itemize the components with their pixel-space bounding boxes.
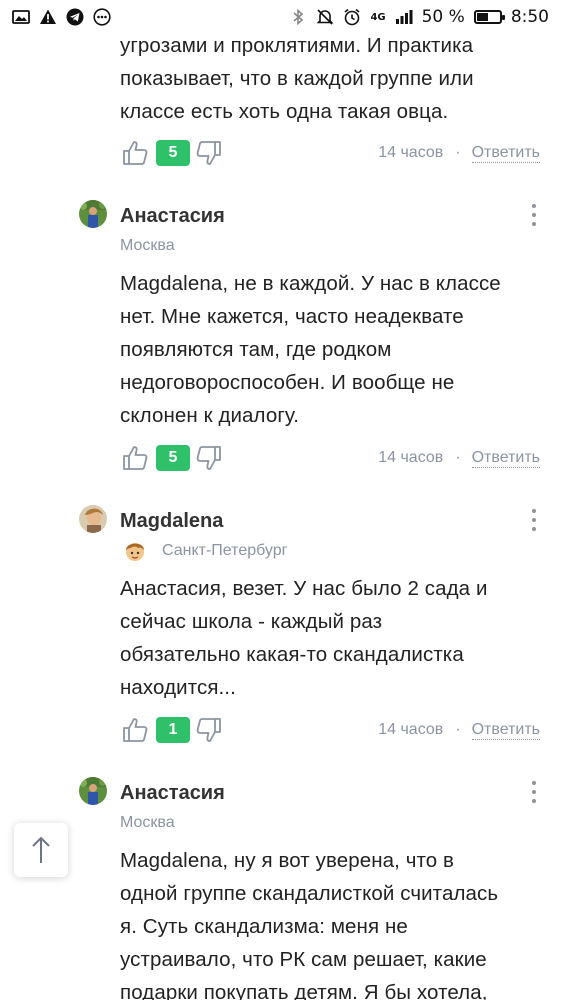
like-button[interactable] — [120, 443, 150, 473]
boy-emoji-icon — [122, 538, 148, 564]
comment-text: Анастасия, везет. У нас было 2 сада и се… — [120, 572, 540, 704]
avatar[interactable] — [79, 505, 107, 533]
comment-text-line: показывает, что в каждой группе или — [120, 67, 474, 90]
more-dot — [532, 222, 536, 226]
likes-count-badge: 1 — [156, 717, 190, 743]
comment-actions: 5 14 часов · Ответить — [120, 442, 540, 474]
more-dot — [532, 799, 536, 803]
comment-text: Magdalena, не в каждой. У нас в классе н… — [120, 267, 540, 432]
comment-text: угрозами и проклятиями. И практика показ… — [120, 29, 540, 128]
like-button[interactable] — [120, 715, 150, 745]
telegram-icon — [66, 8, 84, 26]
comment-text-line: сейчас школа - каждый раз — [120, 610, 383, 633]
comment-text-line: находится... — [120, 676, 236, 699]
scroll-to-top-button[interactable] — [14, 823, 68, 877]
separator-dot: · — [455, 449, 461, 466]
thumbs-down-icon — [196, 141, 221, 165]
dislike-button[interactable] — [194, 138, 224, 168]
network-type: 4G — [370, 11, 386, 23]
author-city: Санкт-Петербург — [162, 542, 288, 559]
comment-text-line: Magdalena, не в каждой. У нас в классе — [120, 272, 501, 295]
author-name[interactable]: Magdalena — [120, 510, 223, 533]
comment-text-line: появляются там, где родком — [120, 338, 392, 361]
more-dot — [532, 781, 536, 785]
comment-text-line: недоговороспособен. И вообще не — [120, 371, 455, 394]
author-city: Москва — [120, 814, 175, 831]
comment-text-line: я. Суть скандализма: меня не — [120, 915, 408, 938]
separator-dot: · — [455, 144, 461, 161]
comment-time: 14 часов — [378, 449, 444, 466]
more-dot — [532, 213, 536, 217]
reply-link[interactable]: Ответить — [471, 449, 540, 468]
comment-text-line: Magdalena, ну я вот уверена, что в — [120, 849, 455, 872]
arrow-up-icon — [32, 836, 50, 863]
clock: 8:50 — [510, 7, 549, 27]
more-options-button[interactable] — [524, 506, 544, 534]
comment-text-line: устраивало, что РК сам решает, какие — [120, 948, 487, 971]
comment-text-line: Анастасия, везет. У нас было 2 сада и — [120, 577, 488, 600]
alarm-icon — [343, 8, 361, 26]
warning-icon — [39, 8, 57, 26]
signal-icon — [395, 8, 413, 26]
separator-dot: · — [455, 721, 461, 738]
thumbs-down-icon — [196, 718, 221, 742]
bluetooth-icon — [289, 8, 307, 26]
dislike-button[interactable] — [194, 443, 224, 473]
comment-text-line: одной группе скандалисткой считалась — [120, 882, 499, 905]
author-city: Москва — [120, 237, 175, 254]
comment-time: 14 часов — [378, 144, 444, 161]
reply-link[interactable]: Ответить — [471, 144, 540, 163]
likes-count-badge: 5 — [156, 140, 190, 166]
author-name[interactable]: Анастасия — [120, 205, 225, 228]
comment-text-line: нет. Мне кажется, часто неадеквате — [120, 305, 464, 328]
thumbs-up-icon — [123, 141, 148, 165]
battery-icon — [473, 10, 505, 24]
thumbs-down-icon — [196, 446, 221, 470]
likes-count-badge: 5 — [156, 445, 190, 471]
comment-actions: 5 14 часов · Ответить — [120, 137, 540, 169]
more-dot — [532, 790, 536, 794]
more-dot — [532, 518, 536, 522]
like-button[interactable] — [120, 138, 150, 168]
more-options-button[interactable] — [524, 778, 544, 806]
thumbs-up-icon — [123, 446, 148, 470]
comment-text: Magdalena, ну я вот уверена, что в одной… — [120, 844, 540, 1000]
dislike-button[interactable] — [194, 715, 224, 745]
comment-text-line: обязательно какая-то скандалистка — [120, 643, 464, 666]
comment-time: 14 часов — [378, 721, 444, 738]
image-icon — [12, 8, 30, 26]
battery-percent: 50 % — [421, 7, 465, 27]
author-name[interactable]: Анастасия — [120, 782, 225, 805]
more-dot — [532, 527, 536, 531]
comment-text-line: угрозами и проклятиями. И практика — [120, 34, 474, 57]
more-dot — [532, 204, 536, 208]
avatar[interactable] — [79, 777, 107, 805]
mute-icon — [316, 8, 334, 26]
avatar[interactable] — [79, 200, 107, 228]
more-options-button[interactable] — [524, 201, 544, 229]
reply-link[interactable]: Ответить — [471, 721, 540, 740]
more-dot — [532, 509, 536, 513]
comment-text-line: склонен к диалогу. — [120, 404, 300, 427]
battery-fill — [476, 13, 488, 21]
comment-text-line: подарки покупать детям. Я бы хотела, — [120, 981, 488, 1000]
comment-text-line: классе есть хоть одна такая овца. — [120, 100, 449, 123]
comment-actions: 1 14 часов · Ответить — [120, 714, 540, 746]
more-circle-icon — [93, 8, 111, 26]
thumbs-up-icon — [123, 718, 148, 742]
